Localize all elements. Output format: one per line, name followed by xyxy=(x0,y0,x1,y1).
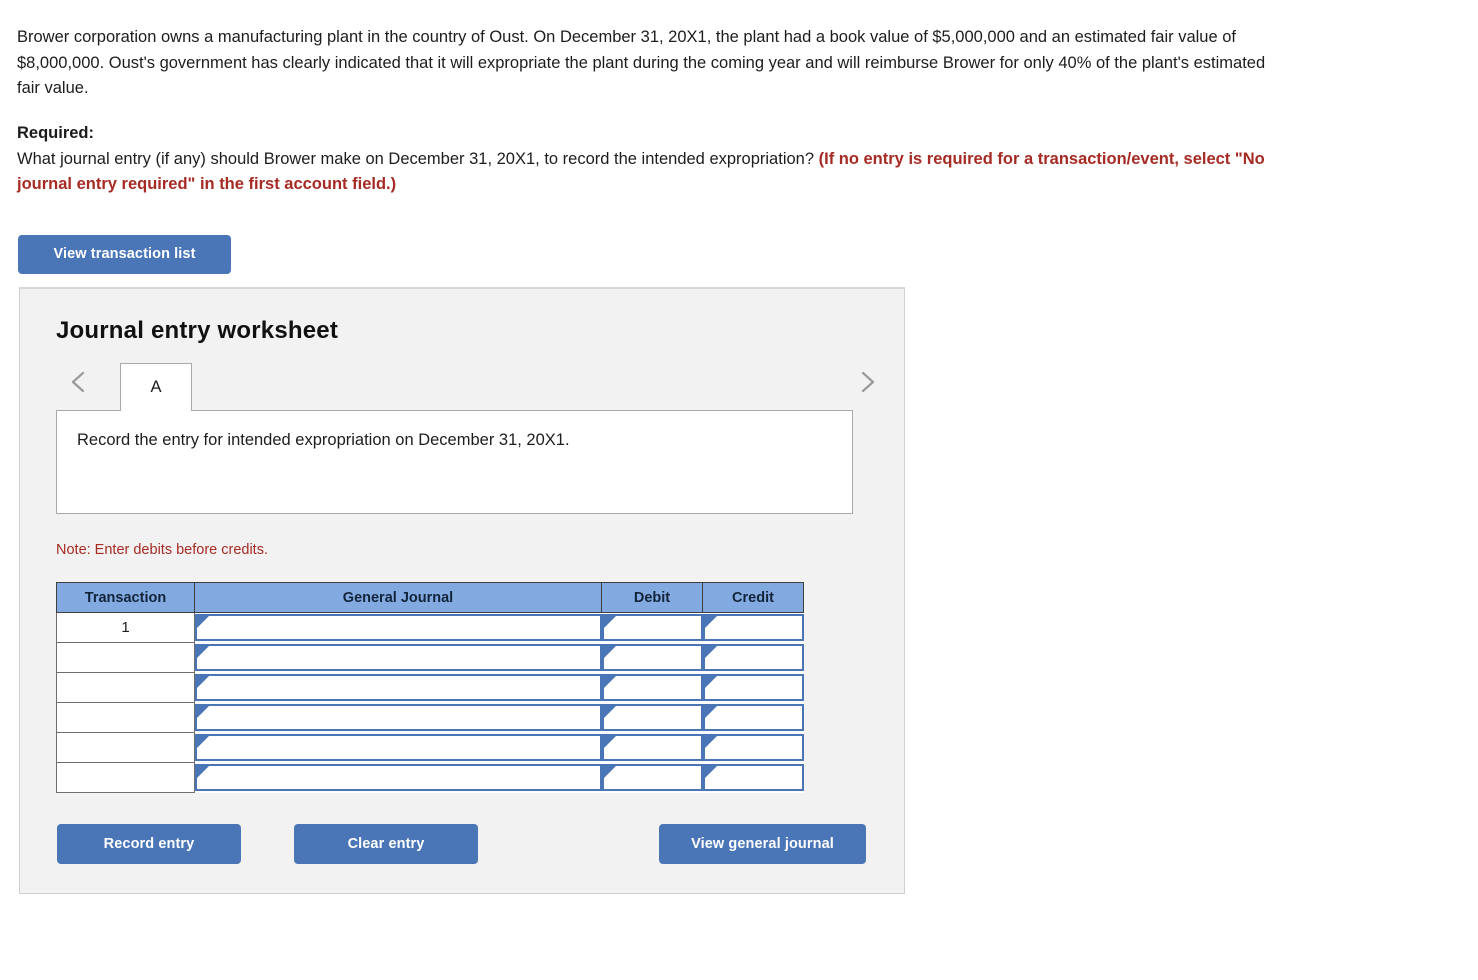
table-row xyxy=(56,732,804,763)
worksheet-tabstrip: A xyxy=(56,363,875,411)
general-journal-cell xyxy=(194,732,602,763)
debit-input-6[interactable] xyxy=(601,764,703,791)
entry-description-text: Record the entry for intended expropriat… xyxy=(77,431,570,449)
required-block: Required: What journal entry (if any) sh… xyxy=(17,121,1267,198)
credit-cell xyxy=(702,672,804,703)
credit-input-6[interactable] xyxy=(702,764,804,791)
tab-a-label: A xyxy=(150,378,162,396)
general-journal-cell xyxy=(194,672,602,703)
transaction-number-cell xyxy=(56,732,195,763)
credit-input-3[interactable] xyxy=(702,674,804,701)
column-header-general-journal: General Journal xyxy=(194,582,602,613)
required-question: What journal entry (if any) should Browe… xyxy=(17,149,819,168)
column-header-debit: Debit xyxy=(601,582,703,613)
view-general-journal-button[interactable]: View general journal xyxy=(659,824,866,864)
required-label: Required: xyxy=(17,124,95,142)
table-header-row: Transaction General Journal Debit Credit xyxy=(56,582,804,613)
tab-a[interactable]: A xyxy=(120,363,192,411)
debit-input-1[interactable] xyxy=(601,614,703,642)
debit-cell xyxy=(601,612,703,643)
chevron-left-icon[interactable] xyxy=(66,367,92,397)
entry-description-box: Record the entry for intended expropriat… xyxy=(56,410,853,514)
table-row: 1 xyxy=(56,612,804,643)
credit-cell xyxy=(702,702,804,733)
problem-statement: Brower corporation owns a manufacturing … xyxy=(17,28,1266,97)
account-select-5[interactable] xyxy=(195,734,602,761)
record-entry-button[interactable]: Record entry xyxy=(57,824,241,864)
debit-input-5[interactable] xyxy=(601,734,703,761)
clear-entry-button[interactable]: Clear entry xyxy=(294,824,478,864)
general-journal-cell xyxy=(194,642,602,673)
credit-input-1[interactable] xyxy=(702,614,804,642)
table-row xyxy=(56,702,804,733)
general-journal-cell xyxy=(194,612,602,643)
credit-input-4[interactable] xyxy=(702,704,804,731)
view-transaction-list-button[interactable]: View transaction list xyxy=(18,235,231,274)
credit-input-2[interactable] xyxy=(702,644,804,671)
credit-cell xyxy=(702,762,804,793)
debit-cell xyxy=(601,732,703,763)
table-row xyxy=(56,642,804,673)
general-journal-cell xyxy=(194,762,602,793)
credit-cell xyxy=(702,732,804,763)
account-select-6[interactable] xyxy=(195,764,602,791)
credit-cell xyxy=(702,642,804,673)
debit-input-3[interactable] xyxy=(601,674,703,701)
debit-cell xyxy=(601,762,703,793)
debit-input-2[interactable] xyxy=(601,644,703,671)
debit-cell xyxy=(601,672,703,703)
column-header-transaction: Transaction xyxy=(56,582,195,613)
chevron-right-icon[interactable] xyxy=(854,367,880,397)
general-journal-cell xyxy=(194,702,602,733)
transaction-number-cell xyxy=(56,762,195,793)
page-title: Journal entry worksheet xyxy=(56,317,339,344)
transaction-number-cell xyxy=(56,702,195,733)
credit-input-5[interactable] xyxy=(702,734,804,761)
transaction-number-cell: 1 xyxy=(56,612,195,643)
credit-cell xyxy=(702,612,804,643)
page-root: Brower corporation owns a manufacturing … xyxy=(0,0,1478,980)
table-row xyxy=(56,672,804,703)
transaction-number-cell xyxy=(56,672,195,703)
column-header-credit: Credit xyxy=(702,582,804,613)
account-select-1[interactable] xyxy=(195,614,602,642)
journal-entry-worksheet-panel: Journal entry worksheet A Record the ent… xyxy=(19,287,905,894)
account-select-4[interactable] xyxy=(195,704,602,731)
journal-entry-table: Transaction General Journal Debit Credit… xyxy=(56,582,804,793)
debit-cell xyxy=(601,642,703,673)
debits-before-credits-note: Note: Enter debits before credits. xyxy=(56,542,268,558)
transaction-number-cell xyxy=(56,642,195,673)
debit-input-4[interactable] xyxy=(601,704,703,731)
debit-cell xyxy=(601,702,703,733)
account-select-2[interactable] xyxy=(195,644,602,671)
account-select-3[interactable] xyxy=(195,674,602,701)
table-row xyxy=(56,762,804,793)
